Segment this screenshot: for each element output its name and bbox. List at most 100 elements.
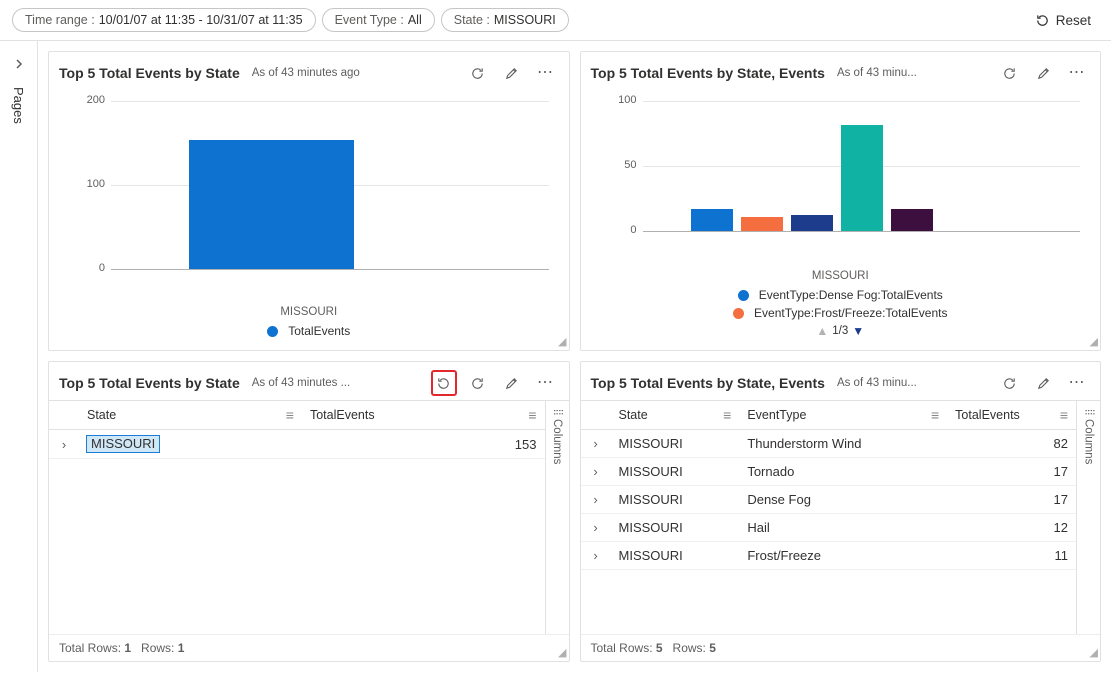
cell-state[interactable]: MISSOURI: [79, 430, 302, 459]
table-row[interactable]: ›MISSOURIFrost/Freeze11: [581, 542, 1077, 570]
resize-handle-icon[interactable]: ◢: [558, 335, 566, 348]
cell-total[interactable]: 17: [947, 486, 1076, 514]
more-button[interactable]: ⋯: [1064, 60, 1090, 86]
state-filter[interactable]: State : MISSOURI: [441, 8, 569, 32]
pages-label[interactable]: Pages: [11, 87, 26, 124]
cell-state[interactable]: MISSOURI: [611, 430, 740, 458]
cell-state[interactable]: MISSOURI: [611, 514, 740, 542]
cell-total[interactable]: 17: [947, 458, 1076, 486]
legend-item[interactable]: TotalEvents: [267, 324, 350, 338]
legend-item[interactable]: EventType:Dense Fog:TotalEvents: [738, 288, 943, 302]
expand-row-icon[interactable]: ›: [581, 514, 611, 542]
more-button[interactable]: ⋯: [1064, 370, 1090, 396]
tile-title: Top 5 Total Events by State: [59, 65, 240, 81]
refresh-button[interactable]: [465, 60, 491, 86]
value: 5: [709, 641, 716, 655]
col-menu-icon[interactable]: ≡: [528, 407, 536, 423]
bar-thunderstorm[interactable]: [841, 125, 883, 231]
edit-button[interactable]: [499, 370, 525, 396]
ytick: 0: [77, 262, 105, 274]
cell-total[interactable]: 82: [947, 430, 1076, 458]
col-total[interactable]: TotalEvents≡: [947, 401, 1076, 430]
more-button[interactable]: ⋯: [533, 370, 559, 396]
asof-label: As of 43 minutes ago: [252, 67, 360, 79]
resize-handle-icon[interactable]: ◢: [558, 646, 566, 659]
ytick: 100: [77, 178, 105, 190]
col-event[interactable]: EventType ≡: [739, 401, 947, 430]
edit-button[interactable]: [499, 60, 525, 86]
bar-chart: 200 100 0: [59, 94, 559, 304]
cell-value: MISSOURI: [87, 436, 159, 452]
bar-tornado[interactable]: [891, 209, 933, 231]
event-type-filter[interactable]: Event Type : All: [322, 8, 435, 32]
tile-title: Top 5 Total Events by State: [59, 375, 240, 391]
pager-prev-icon[interactable]: ▲: [816, 324, 828, 338]
columns-tab[interactable]: ⁞⁞ Columns: [1076, 401, 1100, 634]
label: Total Rows:: [591, 641, 656, 655]
expand-row-icon[interactable]: ›: [49, 430, 79, 459]
cell-state[interactable]: MISSOURI: [611, 542, 740, 570]
time-range-filter[interactable]: Time range : 10/01/07 at 11:35 - 10/31/0…: [12, 8, 316, 32]
table-row[interactable]: › MISSOURI 153: [49, 430, 545, 459]
col-label: State: [619, 408, 648, 422]
refresh-button[interactable]: [996, 60, 1022, 86]
xaxis-label: MISSOURI: [59, 306, 559, 318]
label: Rows:: [669, 641, 709, 655]
dashboard-grid: Top 5 Total Events by State As of 43 min…: [38, 41, 1111, 672]
expand-row-icon[interactable]: ›: [581, 486, 611, 514]
refresh-button[interactable]: [996, 370, 1022, 396]
col-menu-icon[interactable]: ≡: [286, 407, 294, 423]
columns-tab[interactable]: ⁞⁞Columns: [545, 401, 569, 634]
cell-total[interactable]: 153: [302, 430, 545, 459]
col-menu-icon[interactable]: ≡: [723, 407, 731, 423]
cell-event[interactable]: Tornado: [739, 458, 947, 486]
col-label: EventType: [747, 408, 806, 422]
legend-item[interactable]: EventType:Frost/Freeze:TotalEvents: [733, 306, 947, 320]
expand-row-icon[interactable]: ›: [581, 430, 611, 458]
refresh-button[interactable]: [465, 370, 491, 396]
cell-event[interactable]: Thunderstorm Wind: [739, 430, 947, 458]
reset-tile-button[interactable]: [431, 370, 457, 396]
columns-label: Columns: [1083, 419, 1095, 464]
ytick: 200: [77, 94, 105, 106]
reset-label: Reset: [1056, 13, 1091, 28]
bar-hail[interactable]: [791, 215, 833, 231]
label: Total Rows:: [59, 641, 124, 655]
col-state[interactable]: State≡: [79, 401, 302, 430]
cell-state[interactable]: MISSOURI: [611, 458, 740, 486]
col-menu-icon[interactable]: ≡: [931, 407, 939, 423]
columns-icon: ⁞⁞: [1083, 409, 1095, 415]
table-row[interactable]: ›MISSOURIDense Fog17: [581, 486, 1077, 514]
resize-handle-icon[interactable]: ◢: [1090, 335, 1098, 348]
col-menu-icon[interactable]: ≡: [1060, 407, 1068, 423]
value: 1: [124, 641, 131, 655]
table-row[interactable]: ›MISSOURIHail12: [581, 514, 1077, 542]
table-row[interactable]: ›MISSOURIThunderstorm Wind82: [581, 430, 1077, 458]
edit-button[interactable]: [1030, 370, 1056, 396]
legend-pager: ▲ 1/3 ▼: [816, 324, 864, 338]
cell-event[interactable]: Frost/Freeze: [739, 542, 947, 570]
pager-next-icon[interactable]: ▼: [852, 324, 864, 338]
cell-event[interactable]: Dense Fog: [739, 486, 947, 514]
col-state[interactable]: State ≡: [611, 401, 740, 430]
edit-button[interactable]: [1030, 60, 1056, 86]
reset-button[interactable]: Reset: [1027, 9, 1099, 32]
bar-frost-freeze[interactable]: [741, 217, 783, 231]
label: Rows:: [138, 641, 178, 655]
more-button[interactable]: ⋯: [533, 60, 559, 86]
legend-label: EventType:Frost/Freeze:TotalEvents: [754, 306, 947, 320]
tile-top-left: Top 5 Total Events by State As of 43 min…: [48, 51, 570, 351]
cell-total[interactable]: 12: [947, 514, 1076, 542]
cell-total[interactable]: 11: [947, 542, 1076, 570]
col-total[interactable]: TotalEvents≡: [302, 401, 545, 430]
cell-state[interactable]: MISSOURI: [611, 486, 740, 514]
tile-bottom-right: Top 5 Total Events by State, Events As o…: [580, 361, 1102, 662]
resize-handle-icon[interactable]: ◢: [1090, 646, 1098, 659]
expand-rail-icon[interactable]: [13, 57, 25, 73]
expand-row-icon[interactable]: ›: [581, 458, 611, 486]
bar-missouri[interactable]: [189, 140, 354, 269]
expand-row-icon[interactable]: ›: [581, 542, 611, 570]
cell-event[interactable]: Hail: [739, 514, 947, 542]
bar-dense-fog[interactable]: [691, 209, 733, 231]
table-row[interactable]: ›MISSOURITornado17: [581, 458, 1077, 486]
